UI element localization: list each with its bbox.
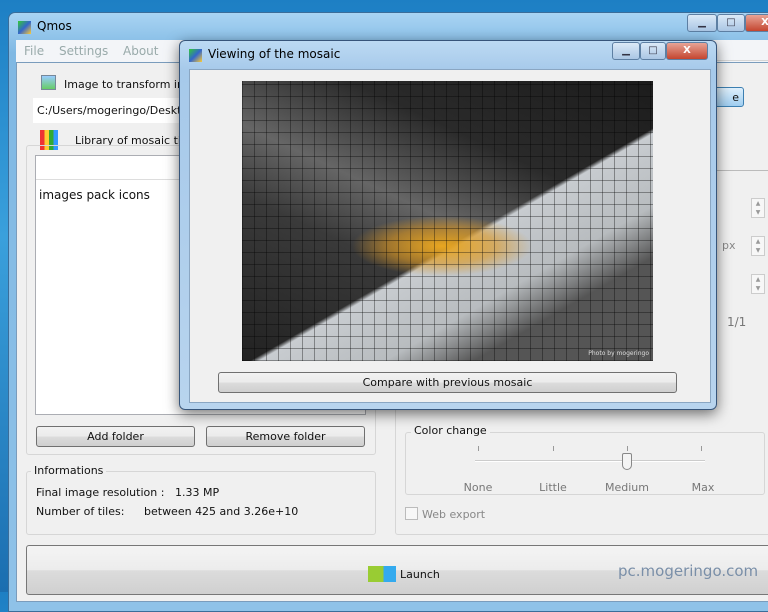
launch-arrow-icon [368, 566, 396, 582]
spinbox-3-arrows[interactable]: ▲ ▼ [751, 274, 765, 294]
menu-settings[interactable]: Settings [59, 44, 108, 58]
launch-label: Launch [400, 568, 440, 581]
minimize-button[interactable]: ▁ [687, 14, 717, 32]
option-little: Little [539, 481, 567, 494]
color-change-slider[interactable] [475, 460, 705, 462]
qmos-app-icon [18, 21, 31, 34]
spinbox-2-arrows[interactable]: ▲ ▼ [751, 236, 765, 256]
dialog-minimize-button[interactable]: ▁ [612, 42, 640, 60]
menu-about[interactable]: About [123, 44, 158, 58]
informations-group [26, 471, 376, 535]
dialog-title: Viewing of the mosaic [208, 47, 341, 61]
remove-folder-button[interactable]: Remove folder [206, 426, 365, 447]
maximize-button[interactable]: □ [717, 14, 745, 32]
mosaic-image: Photo by mogeringo [242, 81, 653, 361]
web-export-label: Web export [422, 508, 486, 521]
page-counter: 1/1 [727, 315, 747, 329]
color-change-title: Color change [411, 424, 490, 437]
resolution-value: 1.33 MP [175, 486, 220, 499]
menu-file[interactable]: File [24, 44, 44, 58]
spinbox-1-arrows[interactable]: ▲ ▼ [751, 198, 765, 218]
launch-button[interactable]: Launch pc.mogeringo.com [26, 545, 768, 595]
web-export-checkbox[interactable] [405, 507, 418, 520]
dialog-maximize-button[interactable]: □ [640, 42, 666, 60]
image-icon [41, 75, 56, 90]
informations-title: Informations [31, 464, 107, 477]
add-folder-button[interactable]: Add folder [36, 426, 195, 447]
slider-thumb[interactable] [622, 453, 632, 470]
dialog-app-icon [189, 49, 202, 62]
resolution-label: Final image resolution : [36, 486, 165, 499]
mosaic-viewer-dialog: Viewing of the mosaic ▁ □ X Photo by mog… [179, 40, 717, 410]
option-max: Max [691, 481, 715, 494]
watermark: pc.mogeringo.com [618, 562, 759, 580]
mosaic-caption: Photo by mogeringo [588, 350, 649, 357]
option-none: None [463, 481, 493, 494]
unit-px: px [722, 239, 736, 252]
window-title: Qmos [37, 19, 72, 33]
image-label: Image to transform in [64, 78, 184, 91]
folder-row[interactable]: images pack icons [39, 188, 150, 202]
image-path-input[interactable]: C:/Users/mogeringo/Deskt [37, 104, 181, 117]
tiles-label: Number of tiles: [36, 505, 125, 518]
close-button[interactable]: X [745, 14, 768, 32]
tiles-value: between 425 and 3.26e+10 [144, 505, 299, 518]
option-medium: Medium [605, 481, 649, 494]
compare-button[interactable]: Compare with previous mosaic [218, 372, 677, 393]
dialog-close-button[interactable]: X [666, 42, 708, 60]
